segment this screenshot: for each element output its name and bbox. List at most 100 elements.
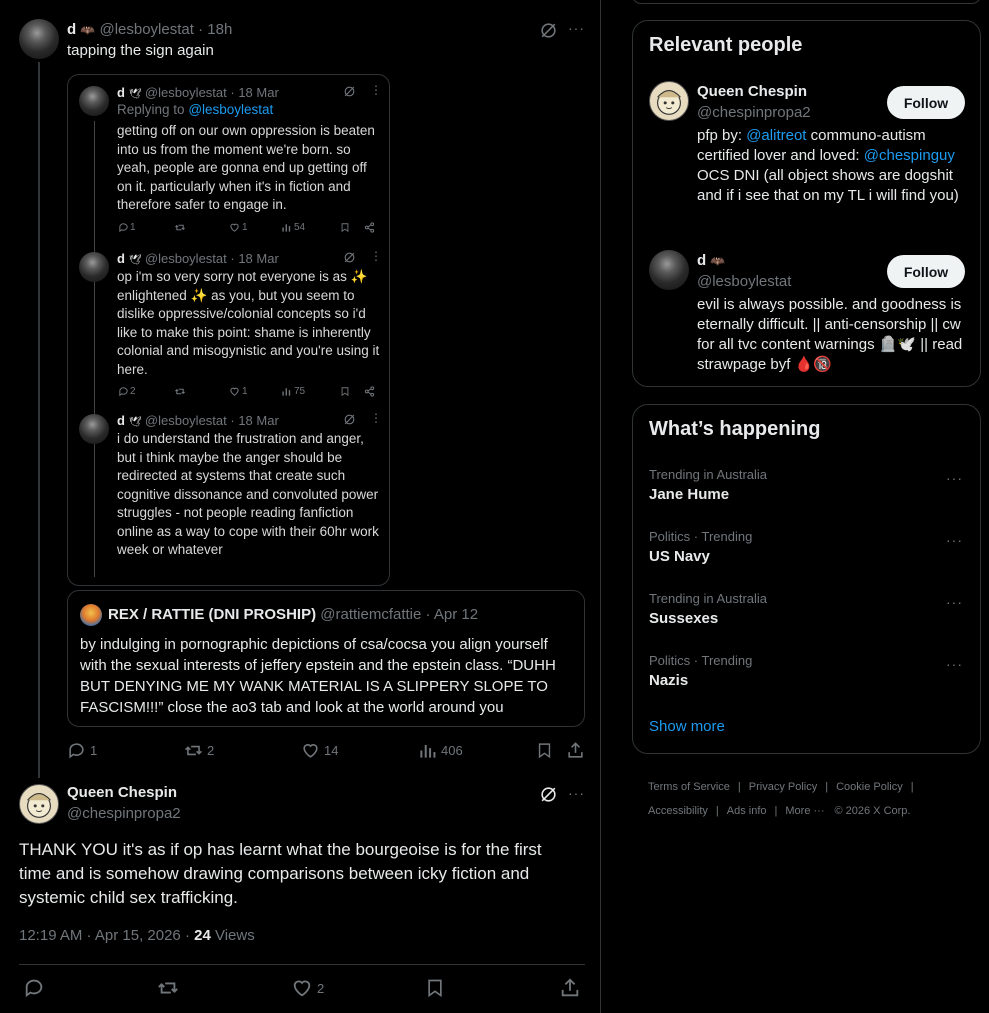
reply-icon <box>118 222 129 233</box>
person-bio: pfp by: @alitreot communo-autism certifi… <box>697 126 967 206</box>
grok-icon <box>343 85 356 98</box>
author-handle: @lesboylestat <box>144 251 227 266</box>
trend-topic: US Navy <box>649 548 710 565</box>
cookie-link[interactable]: Cookie Policy <box>836 781 903 793</box>
trend-topic: Sussexes <box>649 610 719 627</box>
trend-more-icon[interactable]: ··· <box>946 594 963 610</box>
section-title: Relevant people <box>649 34 803 56</box>
tweet-header: d 🦇 @lesboylestat · 18h <box>67 21 232 38</box>
relevant-people-section: Relevant people Queen Chespin @chespinpr… <box>632 20 981 387</box>
more-options-icon: ⋮ <box>370 83 382 97</box>
like-icon <box>229 386 240 397</box>
quote-tweet[interactable]: REX / RATTIE (DNI PROSHIP) @rattiemcfatt… <box>67 590 585 727</box>
post-text: getting off on our own oppression is bea… <box>117 123 375 212</box>
show-more-link[interactable]: Show more <box>649 718 725 735</box>
trend-item[interactable]: Politics · Trending Nazis ··· <box>633 647 980 709</box>
retweet-count: 2 <box>207 743 215 758</box>
avatar[interactable] <box>19 19 59 59</box>
trend-more-icon[interactable]: ··· <box>946 656 963 672</box>
author-name[interactable]: d <box>67 21 76 38</box>
reply-button[interactable] <box>67 741 86 760</box>
separator: | <box>825 781 829 793</box>
bio-mention-link[interactable]: @chespinguy <box>864 147 955 164</box>
grok-icon[interactable] <box>539 21 558 40</box>
share-button[interactable] <box>566 741 585 760</box>
whats-happening-section: What’s happening Trending in Australia J… <box>632 404 981 754</box>
trend-item[interactable]: Trending in Australia Sussexes ··· <box>633 585 980 647</box>
main-tweet-actions: 2 <box>19 977 585 1001</box>
replying-label: Replying to <box>117 102 185 117</box>
bio-text: pfp by: <box>697 127 747 144</box>
avatar[interactable] <box>649 250 689 290</box>
avatar <box>79 252 109 282</box>
bio-mention-link[interactable]: @alitreot <box>746 127 806 144</box>
person-handle[interactable]: @chespinpropa2 <box>697 104 811 121</box>
person-handle[interactable]: @lesboylestat <box>697 273 791 290</box>
views-label: Views <box>214 927 255 944</box>
retweet-button[interactable] <box>157 977 179 999</box>
author-name: d <box>117 413 125 428</box>
more-link[interactable]: More ··· <box>785 805 824 817</box>
separator: | <box>774 805 778 817</box>
separator: | <box>715 805 719 817</box>
views-button[interactable] <box>418 741 437 760</box>
views-icon <box>281 222 292 233</box>
previous-section-edge <box>632 0 981 4</box>
author-badge: 🕊 <box>128 255 142 266</box>
footer-links: Terms of Service | Privacy Policy | Cookie P… <box>648 775 978 823</box>
share-icon <box>364 222 375 233</box>
trend-more-icon[interactable]: ··· <box>946 532 963 548</box>
post-time: · 18 Mar <box>230 251 279 266</box>
ads-info-link[interactable]: Ads info <box>727 805 767 817</box>
retweet-button[interactable] <box>184 741 203 760</box>
more-options-icon: ⋮ <box>370 411 382 425</box>
like-count: 14 <box>324 743 339 758</box>
bookmark-button[interactable] <box>536 741 553 760</box>
retweet-icon <box>174 222 186 233</box>
terms-link[interactable]: Terms of Service <box>648 781 730 793</box>
avatar[interactable] <box>19 784 59 824</box>
author-name[interactable]: Queen Chespin <box>67 784 177 801</box>
reply-icon <box>118 386 129 397</box>
follow-button[interactable]: Follow <box>887 86 965 119</box>
accessibility-link[interactable]: Accessibility <box>648 805 708 817</box>
more-options-icon: ⋮ <box>370 249 382 263</box>
embedded-image[interactable]: d 🕊 @lesboylestat · 18 Mar ⋮ Replying to… <box>67 74 390 586</box>
like-count: 1 <box>242 222 248 233</box>
like-button[interactable] <box>291 977 313 999</box>
trend-more-icon[interactable]: ··· <box>946 470 963 486</box>
more-options-icon[interactable]: ··· <box>568 20 585 36</box>
person-name[interactable]: Queen Chespin <box>697 83 807 100</box>
divider <box>19 964 585 965</box>
avatar[interactable] <box>649 81 689 121</box>
author-badge: 🕊 <box>128 89 142 100</box>
post-actions: 2 1 75 <box>118 386 378 400</box>
follow-button[interactable]: Follow <box>887 255 965 288</box>
author-handle[interactable]: @chespinpropa2 <box>67 805 181 822</box>
author-handle[interactable]: @lesboylestat <box>99 21 193 38</box>
person-name[interactable]: d <box>697 252 706 269</box>
share-button[interactable] <box>559 977 581 999</box>
privacy-link[interactable]: Privacy Policy <box>749 781 817 793</box>
post-time: · 18 Mar <box>230 413 279 428</box>
author-handle: @lesboylestat <box>144 85 227 100</box>
timestamp[interactable]: 12:19 AM · Apr 15, 2026 · <box>19 927 190 944</box>
trend-context: Politics · Trending <box>649 529 753 544</box>
like-count: 2 <box>317 981 325 996</box>
trend-item[interactable]: Trending in Australia Jane Hume ··· <box>633 461 980 523</box>
separator: | <box>737 781 741 793</box>
copyright: © 2026 X Corp. <box>834 805 911 817</box>
person-bio: evil is always possible. and goodness is… <box>697 296 963 373</box>
post-actions: 1 1 54 <box>118 222 378 236</box>
section-title: What’s happening <box>649 418 821 440</box>
tweet-time[interactable]: · 18h <box>198 21 232 38</box>
bio-text: OCS DNI (all object shows are dogshit an… <box>697 167 959 204</box>
grok-icon[interactable] <box>539 785 558 804</box>
grok-icon <box>343 251 356 264</box>
reply-button[interactable] <box>23 977 45 999</box>
more-options-icon[interactable]: ··· <box>568 785 585 801</box>
trend-item[interactable]: Politics · Trending US Navy ··· <box>633 523 980 585</box>
bookmark-button[interactable] <box>425 977 445 999</box>
like-button[interactable] <box>301 741 320 760</box>
views-icon <box>281 386 292 397</box>
